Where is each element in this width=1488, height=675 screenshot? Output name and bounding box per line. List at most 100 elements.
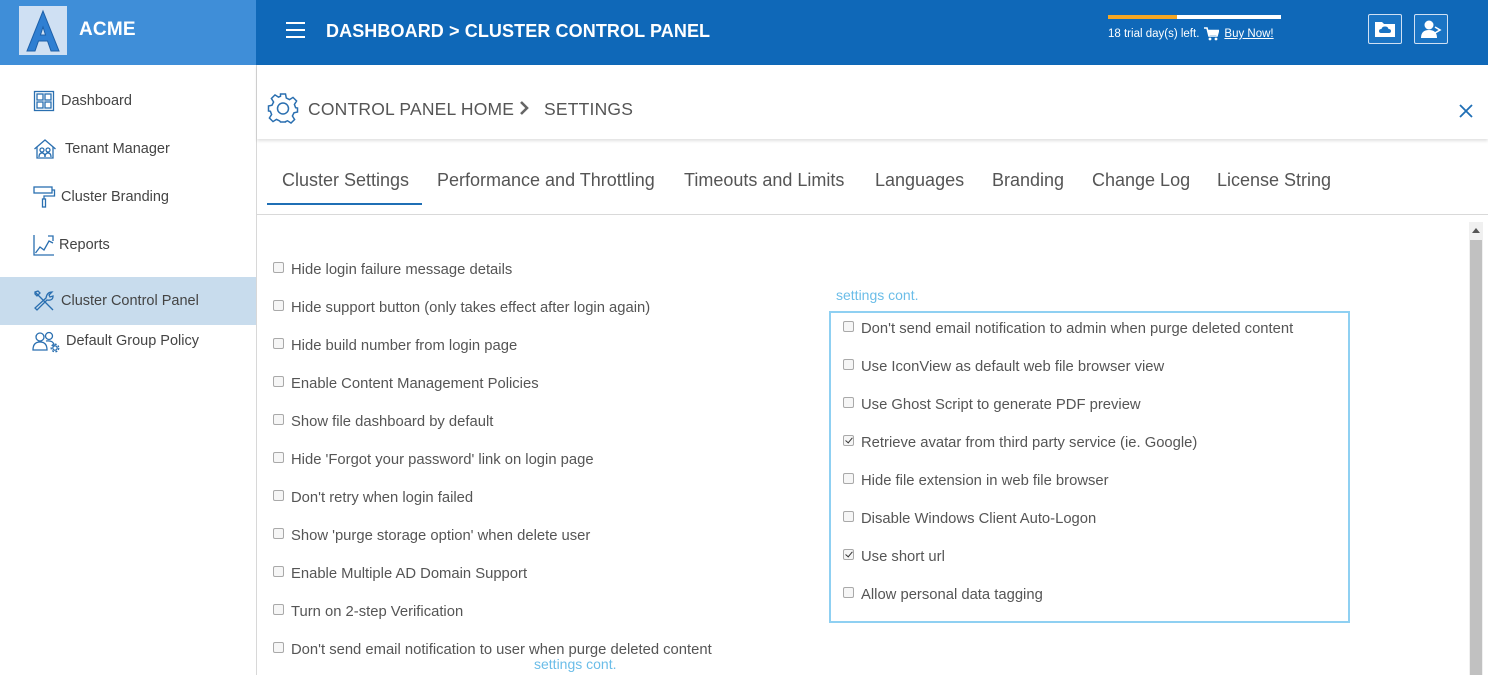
setting-show-file-dashboard: Show file dashboard by default (273, 412, 493, 432)
setting-label: Hide support button (only takes effect a… (291, 300, 651, 316)
checkbox[interactable] (843, 586, 854, 598)
setting-iconview-default: Use IconView as default web file browser… (843, 357, 1164, 377)
tab-cluster-settings[interactable]: Cluster Settings (267, 164, 422, 205)
panel-home-link[interactable]: CONTROL PANEL HOME (308, 99, 514, 120)
sidebar-item-label: Tenant Manager (65, 141, 170, 157)
checkbox[interactable] (273, 261, 284, 273)
close-icon[interactable] (1456, 101, 1476, 121)
setting-label: Hide file extension in web file browser (861, 473, 1109, 489)
menu-icon[interactable] (286, 22, 305, 39)
chevron-right-icon (520, 101, 529, 115)
tools-icon (30, 289, 58, 313)
sidebar-item-reports[interactable]: Reports (0, 221, 256, 269)
checkbox[interactable] (273, 451, 284, 463)
setting-show-purge-storage: Show 'purge storage option' when delete … (273, 526, 590, 546)
setting-label: Show file dashboard by default (291, 414, 494, 430)
setting-hide-login-failure: Hide login failure message details (273, 260, 512, 280)
checkbox[interactable] (273, 299, 284, 311)
setting-label: Disable Windows Client Auto-Logon (861, 511, 1097, 527)
setting-label: Hide build number from login page (291, 338, 518, 354)
gear-icon (267, 93, 299, 124)
setting-label: Turn on 2-step Verification (291, 604, 464, 620)
tabs-divider (257, 214, 1488, 215)
setting-label: Hide login failure message details (291, 262, 513, 278)
setting-hide-build-number: Hide build number from login page (273, 336, 517, 356)
checkbox[interactable] (843, 434, 854, 446)
setting-label: Enable Content Management Policies (291, 376, 539, 392)
sidebar-item-dashboard[interactable]: Dashboard (0, 77, 256, 125)
sidebar-item-cluster-branding[interactable]: Cluster Branding (0, 173, 256, 221)
tab-change-log[interactable]: Change Log (1092, 164, 1190, 205)
setting-ghost-script-pdf: Use Ghost Script to generate PDF preview (843, 395, 1141, 415)
tab-timeouts-and-limits[interactable]: Timeouts and Limits (684, 164, 844, 205)
panel-current-page: SETTINGS (544, 99, 634, 119)
top-bar: DASHBOARD > CLUSTER CONTROL PANEL 18 tri… (256, 0, 1488, 65)
sidebar-item-label: Cluster Control Panel (61, 293, 199, 309)
checkbox[interactable] (843, 548, 854, 560)
cloud-folder-button[interactable] (1368, 14, 1402, 44)
setting-third-party-avatar: Retrieve avatar from third party service… (843, 433, 1197, 453)
checkbox[interactable] (273, 565, 284, 577)
setting-label: Use Ghost Script to generate PDF preview (861, 397, 1141, 413)
user-logout-icon (1421, 20, 1442, 38)
sidebar: Dashboard Tenant Manager Cluster Brandin… (0, 65, 257, 675)
checkbox[interactable] (273, 375, 284, 387)
setting-label: Hide 'Forgot your password' link on logi… (291, 452, 594, 468)
cart-icon[interactable] (1204, 27, 1220, 41)
setting-hide-file-extension: Hide file extension in web file browser (843, 471, 1109, 491)
checkbox[interactable] (273, 489, 284, 501)
tab-license-string[interactable]: License String (1217, 164, 1331, 205)
user-logout-button[interactable] (1414, 14, 1448, 44)
setting-label: Retrieve avatar from third party service… (861, 435, 1198, 451)
setting-multiple-ad-domain: Enable Multiple AD Domain Support (273, 564, 527, 584)
setting-hide-forgot-password: Hide 'Forgot your password' link on logi… (273, 450, 594, 470)
house-users-icon (31, 137, 59, 161)
setting-content-management-policies: Enable Content Management Policies (273, 374, 539, 394)
checkbox[interactable] (843, 510, 854, 522)
setting-label: Enable Multiple AD Domain Support (291, 566, 528, 582)
sidebar-item-label: Default Group Policy (66, 333, 199, 349)
tab-branding[interactable]: Branding (992, 164, 1064, 205)
buy-now-link[interactable]: Buy Now! (1224, 28, 1273, 40)
logo-area[interactable]: ACME (0, 0, 256, 65)
checkbox[interactable] (843, 472, 854, 484)
setting-label: Allow personal data tagging (861, 587, 1043, 603)
setting-label: Use IconView as default web file browser… (861, 359, 1165, 375)
sidebar-item-label: Cluster Branding (61, 189, 169, 205)
setting-use-short-url: Use short url (843, 547, 945, 567)
checkbox[interactable] (843, 396, 854, 408)
trial-status: 18 trial day(s) left. Buy Now! (1108, 15, 1281, 41)
setting-personal-data-tagging: Allow personal data tagging (843, 585, 1043, 605)
sidebar-item-default-group-policy[interactable]: Default Group Policy (0, 317, 256, 365)
checkbox[interactable] (843, 320, 854, 332)
setting-label: Use short url (861, 549, 945, 565)
dashboard-grid-icon (30, 89, 58, 113)
setting-label: Don't send email notification to user wh… (291, 642, 712, 658)
checkbox[interactable] (273, 603, 284, 615)
trial-progress-bar (1108, 15, 1281, 19)
setting-dont-retry-login: Don't retry when login failed (273, 488, 473, 508)
trial-progress-fill (1108, 15, 1178, 19)
setting-disable-auto-logon: Disable Windows Client Auto-Logon (843, 509, 1096, 529)
setting-hide-support-button: Hide support button (only takes effect a… (273, 298, 650, 318)
checkbox[interactable] (273, 527, 284, 539)
setting-2-step-verification: Turn on 2-step Verification (273, 602, 463, 622)
checkbox[interactable] (273, 337, 284, 349)
checkbox[interactable] (273, 641, 284, 653)
line-chart-icon (30, 233, 58, 257)
setting-label: Don't send email notification to admin w… (861, 321, 1294, 337)
setting-no-email-admin-purge: Don't send email notification to admin w… (843, 319, 1293, 339)
tab-performance-and-throttling[interactable]: Performance and Throttling (437, 164, 655, 205)
sidebar-item-label: Dashboard (61, 93, 132, 109)
trial-days-text: 18 trial day(s) left. (1108, 28, 1200, 40)
setting-label: Show 'purge storage option' when delete … (291, 528, 591, 544)
paint-roller-icon (30, 185, 58, 209)
tab-languages[interactable]: Languages (875, 164, 964, 205)
checkbox[interactable] (273, 413, 284, 425)
scrollbar-thumb[interactable] (1470, 240, 1482, 675)
sidebar-item-tenant-manager[interactable]: Tenant Manager (0, 125, 256, 173)
scroll-up-arrow-icon[interactable] (1470, 224, 1482, 238)
setting-label: Don't retry when login failed (291, 490, 474, 506)
sidebar-item-label: Reports (59, 237, 110, 253)
checkbox[interactable] (843, 358, 854, 370)
